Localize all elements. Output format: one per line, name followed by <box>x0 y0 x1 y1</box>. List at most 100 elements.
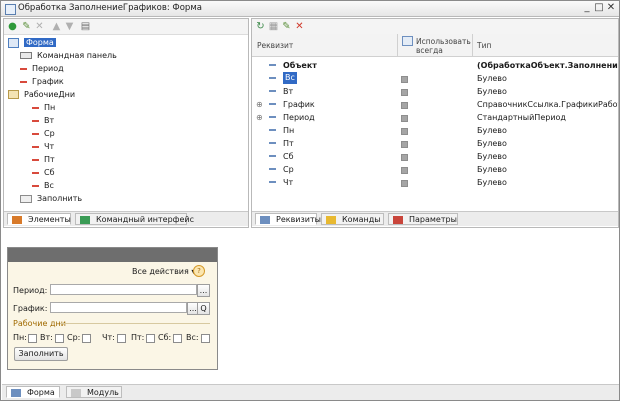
tab-elements[interactable]: Элементы <box>7 213 71 225</box>
day-label-mon: Пн: <box>13 333 27 342</box>
header-type[interactable]: Тип <box>477 41 491 50</box>
tab-module-label: Модуль <box>87 388 119 397</box>
tree-item[interactable]: Вс <box>32 180 54 192</box>
attribute-row[interactable]: Ср Булево <box>252 163 618 176</box>
attribute-name: Объект <box>283 61 317 70</box>
move-up-icon[interactable]: ▲ <box>51 21 62 32</box>
close-button[interactable]: ✕ <box>605 2 617 14</box>
checkbox-tue[interactable] <box>55 334 64 343</box>
tree-item[interactable]: Чт <box>32 141 54 153</box>
delete-icon[interactable]: ✕ <box>34 21 45 32</box>
tab-parameters[interactable]: Параметры <box>388 213 458 225</box>
attribute-name: Вс <box>283 72 297 84</box>
day-label-thu: Чт: <box>102 333 115 342</box>
tree-item[interactable]: РабочиеДни <box>8 89 75 101</box>
edit-attribute-icon[interactable]: ✎ <box>281 21 292 32</box>
tree-item[interactable]: Пт <box>32 154 55 166</box>
tree-item[interactable]: Сб <box>32 167 55 179</box>
tree-item[interactable]: Период <box>20 63 64 75</box>
checkbox-sun[interactable] <box>201 334 210 343</box>
header-attribute[interactable]: Реквизит <box>257 41 293 50</box>
checkbox-mon[interactable] <box>28 334 37 343</box>
tree-item[interactable]: Командная панель <box>20 50 117 62</box>
attribute-type: Булево <box>477 74 507 83</box>
header-use-always[interactable]: Использовать всегда <box>416 37 472 55</box>
command-panel-icon <box>20 52 32 59</box>
command-interface-tab-icon <box>80 216 90 224</box>
attributes-pane: ↻ ▦ ✎ ✕ Реквизит Использовать всегда Тип… <box>251 18 619 228</box>
maximize-button[interactable]: □ <box>593 2 605 14</box>
tree-item[interactable]: Форма <box>8 37 56 49</box>
use-always-checkbox[interactable] <box>401 115 408 122</box>
attribute-type: Булево <box>477 126 507 135</box>
attribute-row[interactable]: Сб Булево <box>252 150 618 163</box>
attribute-icon <box>269 77 276 79</box>
tree-item-label: Командная панель <box>37 51 117 60</box>
attribute-type: Булево <box>477 139 507 148</box>
form-settings-icon[interactable]: ▤ <box>80 21 91 32</box>
attribute-icon <box>269 168 276 170</box>
schedule-search-icon[interactable]: Q <box>197 302 210 315</box>
attribute-row[interactable]: ⊕ График СправочникСсылка.ГрафикиРаботы <box>252 98 618 111</box>
edit-icon[interactable]: ✎ <box>21 21 32 32</box>
delete-attribute-icon[interactable]: ✕ <box>294 21 305 32</box>
checkbox-fri[interactable] <box>146 334 155 343</box>
tree-item-label: Вс <box>44 181 54 190</box>
use-always-checkbox[interactable] <box>401 154 408 161</box>
attribute-row[interactable]: Объект (ОбработкаОбъект.Заполнение... <box>252 59 618 72</box>
use-always-checkbox[interactable] <box>401 102 408 109</box>
parameters-tab-icon <box>393 216 403 224</box>
day-label-fri: Пт: <box>131 333 145 342</box>
use-always-checkbox[interactable] <box>401 128 408 135</box>
attribute-row[interactable]: Пт Булево <box>252 137 618 150</box>
checkbox-sat[interactable] <box>173 334 182 343</box>
tab-command-interface[interactable]: Командный интерфейс <box>75 213 194 225</box>
attribute-name: Чт <box>283 178 294 187</box>
use-always-checkbox[interactable] <box>401 167 408 174</box>
form-preview: Все действия ▾ ? Период: ... График: ...… <box>7 247 218 370</box>
tab-commands[interactable]: Команды <box>321 213 384 225</box>
attribute-row[interactable]: Чт Булево <box>252 176 618 189</box>
field-dash-icon <box>32 158 39 161</box>
schedule-input[interactable] <box>50 302 187 313</box>
preview-header <box>8 248 217 262</box>
use-always-checkbox[interactable] <box>401 141 408 148</box>
tree-item-label: Период <box>32 64 64 73</box>
form-window-icon <box>5 4 16 15</box>
elements-tabs: Элементы Командный интерфейс <box>4 211 248 226</box>
use-always-checkbox[interactable] <box>401 180 408 187</box>
checkbox-thu[interactable] <box>117 334 126 343</box>
tab-attributes[interactable]: Реквизиты <box>255 213 321 225</box>
help-icon[interactable]: ? <box>193 265 205 277</box>
attribute-row[interactable]: Вт Булево <box>252 85 618 98</box>
tree-item-label: Пт <box>44 155 55 164</box>
period-select-button[interactable]: ... <box>197 284 210 297</box>
expand-icon[interactable]: ⊕ <box>256 98 263 111</box>
checkbox-wed[interactable] <box>82 334 91 343</box>
expand-icon[interactable]: ⊕ <box>256 111 263 124</box>
tree-item[interactable]: Вт <box>32 115 54 127</box>
use-always-checkbox[interactable] <box>401 76 408 83</box>
attribute-row[interactable]: Пн Булево <box>252 124 618 137</box>
use-always-checkbox[interactable] <box>401 89 408 96</box>
tree-item[interactable]: График <box>20 76 64 88</box>
tree-item[interactable]: Заполнить <box>20 193 82 205</box>
attribute-name: Сб <box>283 152 294 161</box>
attribute-row[interactable]: ⊕ Период СтандартныйПериод <box>252 111 618 124</box>
tree-item[interactable]: Ср <box>32 128 55 140</box>
tab-form[interactable]: Форма <box>6 386 60 398</box>
minimize-button[interactable]: _ <box>581 2 593 14</box>
copy-attribute-icon[interactable]: ▦ <box>268 21 279 32</box>
tree-item[interactable]: Пн <box>32 102 55 114</box>
tree-item-label: Форма <box>24 38 56 47</box>
period-input[interactable] <box>50 284 197 295</box>
all-actions-menu[interactable]: Все действия ▾ <box>132 267 195 276</box>
move-down-icon[interactable]: ▼ <box>64 21 75 32</box>
field-dash-icon <box>20 80 27 83</box>
header-grid-icon <box>402 36 413 46</box>
fill-button[interactable]: Заполнить <box>14 347 68 361</box>
tab-module[interactable]: Модуль <box>66 386 122 398</box>
add-attribute-icon[interactable]: ↻ <box>255 21 266 32</box>
attribute-row[interactable]: Вс Булево <box>252 72 618 85</box>
add-icon[interactable]: ● <box>7 21 18 32</box>
